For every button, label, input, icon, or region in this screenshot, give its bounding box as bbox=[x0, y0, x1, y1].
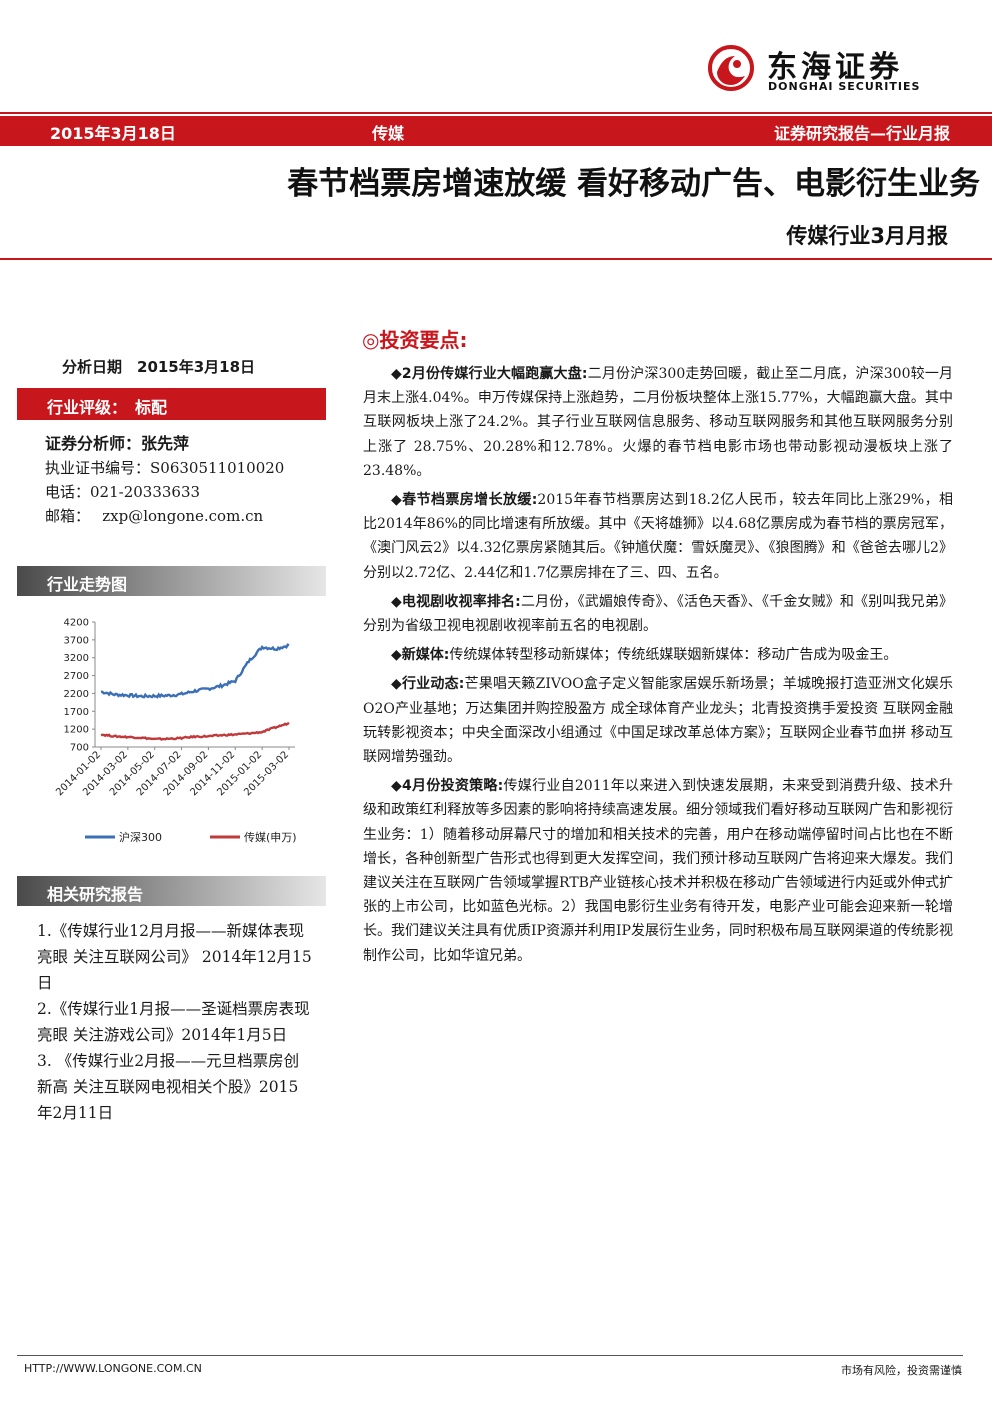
chart-series-line bbox=[100, 721, 290, 741]
related-section-title: 相关研究报告 bbox=[47, 885, 144, 904]
chart-y-tick-label: 2700 bbox=[64, 671, 89, 682]
chart-series-line bbox=[100, 643, 290, 699]
page-title: 春节档票房增速放缓 看好移动广告、电影衍生业务 bbox=[287, 166, 980, 202]
analyst-email: 邮箱： zxp@longone.com.cn bbox=[45, 507, 264, 525]
point-heading: ◆4月份投资策略: bbox=[391, 778, 504, 795]
investment-points: ◆2月份传媒行业大幅跑赢大盘:二月份沪深300走势回暖，截止至二月底，沪深300… bbox=[363, 362, 953, 973]
header-top-rule bbox=[0, 112, 992, 114]
point-paragraph: ◆2月份传媒行业大幅跑赢大盘:二月份沪深300走势回暖，截止至二月底，沪深300… bbox=[363, 362, 953, 483]
point-heading: ◆2月份传媒行业大幅跑赢大盘: bbox=[391, 366, 588, 382]
report-date: 2015年3月18日 bbox=[50, 124, 176, 143]
chart-y-tick-label: 2200 bbox=[64, 689, 89, 700]
related-section-header: 相关研究报告 bbox=[17, 876, 326, 906]
brand-name-en: DONGHAI SECURITIES bbox=[768, 80, 921, 93]
industry-label: 传媒 bbox=[372, 124, 405, 143]
trend-chart: 4200 3700 3200 2700 2200 1700 1200 700 2014-01-0… bbox=[40, 612, 310, 862]
related-reports-list: 1.《传媒行业12月月报——新媒体表现亮眼 关注互联网公司》 2014年12月1… bbox=[37, 918, 313, 1126]
header-bar: 2015年3月18日 传媒 证券研究报告—行业月报 bbox=[0, 116, 992, 146]
point-text: 二月份沪深300走势回暖，截止至二月底，沪深300较一月月末上涨4.04%。申万… bbox=[363, 366, 953, 479]
footer-disclaimer: 市场有风险，投资需谨慎 bbox=[841, 1364, 962, 1377]
industry-rating: 行业评级： 标配 bbox=[47, 398, 168, 417]
title-rule bbox=[0, 258, 992, 260]
related-report-item[interactable]: 1.《传媒行业12月月报——新媒体表现亮眼 关注互联网公司》 2014年12月1… bbox=[37, 918, 313, 996]
point-heading: ◆春节档票房增长放缓: bbox=[391, 492, 538, 509]
related-report-item[interactable]: 2.《传媒行业1月报——圣诞档票房表现亮眼 关注游戏公司》2014年1月5日 bbox=[37, 996, 313, 1048]
point-heading: ◆电视剧收视率排名: bbox=[391, 593, 521, 610]
analyst-info: 证券分析师：张先萍 执业证书编号：S0630511010020 电话：021-2… bbox=[45, 432, 284, 528]
chart-y-tick-label: 1200 bbox=[64, 725, 89, 736]
investment-heading: ◎投资要点: bbox=[362, 328, 468, 352]
report-type: 证券研究报告—行业月报 bbox=[773, 124, 950, 143]
footer-rule bbox=[17, 1355, 963, 1356]
donghai-emblem-icon bbox=[708, 45, 754, 91]
trend-section-header: 行业走势图 bbox=[17, 566, 326, 596]
analyst-cert: 执业证书编号：S0630511010020 bbox=[45, 459, 285, 477]
chart-y-tick-label: 3200 bbox=[64, 653, 89, 664]
point-text: 传媒行业自2011年以来进入到快速发展期，未来受到消费升级、技术升级和政策红利释… bbox=[363, 778, 953, 964]
chart-y-tick-label: 4200 bbox=[64, 618, 89, 629]
point-heading: ◆行业动态: bbox=[391, 676, 465, 693]
page-subtitle: 传媒行业3月月报 bbox=[786, 224, 948, 248]
point-paragraph: ◆行业动态:芒果唱天籁ZIVOO盒子定义智能家居娱乐新场景；羊城晚报打造亚洲文化… bbox=[363, 672, 953, 769]
analyst-name: 证券分析师：张先萍 bbox=[45, 434, 190, 453]
analyst-phone: 电话：021-20333633 bbox=[45, 483, 201, 501]
point-text: 传统媒体转型移动新媒体；传统纸媒联姻新媒体：移动广告成为吸金王。 bbox=[449, 647, 898, 664]
point-paragraph: ◆电视剧收视率排名:二月份，《武媚娘传奇》、《活色天香》、《千金女贼》和《别叫我… bbox=[363, 590, 953, 638]
point-paragraph: ◆4月份投资策略:传媒行业自2011年以来进入到快速发展期，未来受到消费升级、技… bbox=[363, 774, 953, 968]
rating-bar: 行业评级： 标配 bbox=[17, 388, 326, 420]
point-heading: ◆新媒体: bbox=[391, 647, 450, 664]
chart-y-tick-label: 1700 bbox=[64, 707, 89, 718]
chart-legend-label: 沪深300 bbox=[119, 830, 162, 844]
point-paragraph: ◆春节档票房增长放缓:2015年春节档票房达到18.2亿人民币，较去年同比上涨2… bbox=[363, 488, 953, 585]
analysis-date: 分析日期 2015年3月18日 bbox=[62, 358, 256, 376]
chart-legend-label: 传媒(申万) bbox=[244, 831, 297, 844]
trend-section-title: 行业走势图 bbox=[47, 575, 128, 594]
trend-chart-svg: 42003700320027002200170012007002014-01-0… bbox=[54, 618, 297, 845]
chart-y-tick-label: 3700 bbox=[64, 635, 89, 646]
related-report-item[interactable]: 3. 《传媒行业2月报——元旦档票房创新高 关注互联网电视相关个股》2015年2… bbox=[37, 1048, 313, 1126]
footer-url[interactable]: HTTP://WWW.LONGONE.COM.CN bbox=[24, 1362, 202, 1375]
brand-logo: 东海证券 DONGHAI SECURITIES bbox=[705, 40, 955, 96]
point-paragraph: ◆新媒体:传统媒体转型移动新媒体；传统纸媒联姻新媒体：移动广告成为吸金王。 bbox=[363, 643, 953, 667]
chart-y-tick-label: 700 bbox=[70, 743, 89, 754]
